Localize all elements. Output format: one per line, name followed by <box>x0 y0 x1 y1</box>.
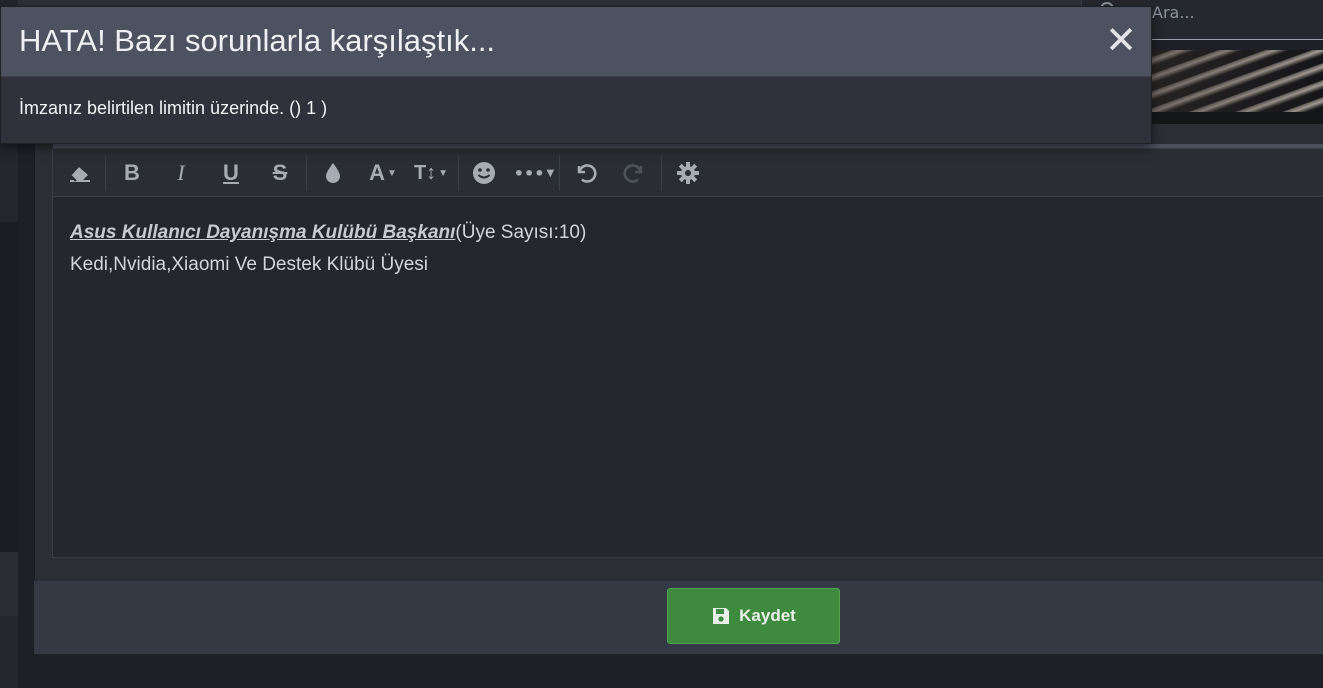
member-count-text: (Üye Sayısı:10) <box>455 222 587 243</box>
bold-icon[interactable]: B <box>117 149 147 197</box>
font-size-icon[interactable]: T↕ ▼ <box>410 149 452 197</box>
floppy-disk-icon <box>713 608 730 624</box>
signature-line-1: Asus Kullanıcı Dayanışma Kulübü Başkanı(… <box>70 217 1313 249</box>
undo-icon[interactable] <box>571 149 601 197</box>
error-dialog: HATA! Bazı sorunlarla karşılaştık... ✕ İ… <box>0 6 1152 144</box>
error-dialog-title: HATA! Bazı sorunlarla karşılaştık... <box>19 23 496 58</box>
editor-toolbar: B I U S A ▼ T↕ ▼ ••• ▼ <box>53 149 1323 197</box>
save-button-label: Kaydet <box>739 606 796 625</box>
search-placeholder: Ara... <box>1152 3 1195 22</box>
signature-editor[interactable]: B I U S A ▼ T↕ ▼ ••• ▼ Asus Kullanıcı Da… <box>52 148 1323 558</box>
emoji-icon[interactable] <box>469 149 499 197</box>
font-family-icon[interactable]: A ▼ <box>363 149 403 197</box>
text-color-icon[interactable] <box>319 149 347 197</box>
more-options-icon[interactable]: ••• ▼ <box>512 149 556 197</box>
underline-icon[interactable]: U <box>216 149 246 197</box>
signature-line-2: Kedi,Nvidia,Xiaomi Ve Destek Klübü Üyesi <box>70 254 429 275</box>
strikethrough-icon[interactable]: S <box>265 149 295 197</box>
settings-icon[interactable] <box>673 149 703 197</box>
editor-content[interactable]: Asus Kullanıcı Dayanışma Kulübü Başkanı(… <box>70 217 1313 281</box>
redo-icon[interactable] <box>619 149 649 197</box>
header-banner-image <box>1150 50 1323 112</box>
error-message: İmzanız belirtilen limitin üzerinde. () … <box>19 98 328 118</box>
error-dialog-header: HATA! Bazı sorunlarla karşılaştık... ✕ <box>1 7 1151 77</box>
italic-icon[interactable]: I <box>166 149 196 197</box>
eraser-icon[interactable] <box>65 149 95 197</box>
close-icon[interactable]: ✕ <box>1105 18 1137 62</box>
save-button[interactable]: Kaydet <box>667 588 840 644</box>
club-title-text: Asus Kullanıcı Dayanışma Kulübü Başkanı <box>70 222 456 243</box>
